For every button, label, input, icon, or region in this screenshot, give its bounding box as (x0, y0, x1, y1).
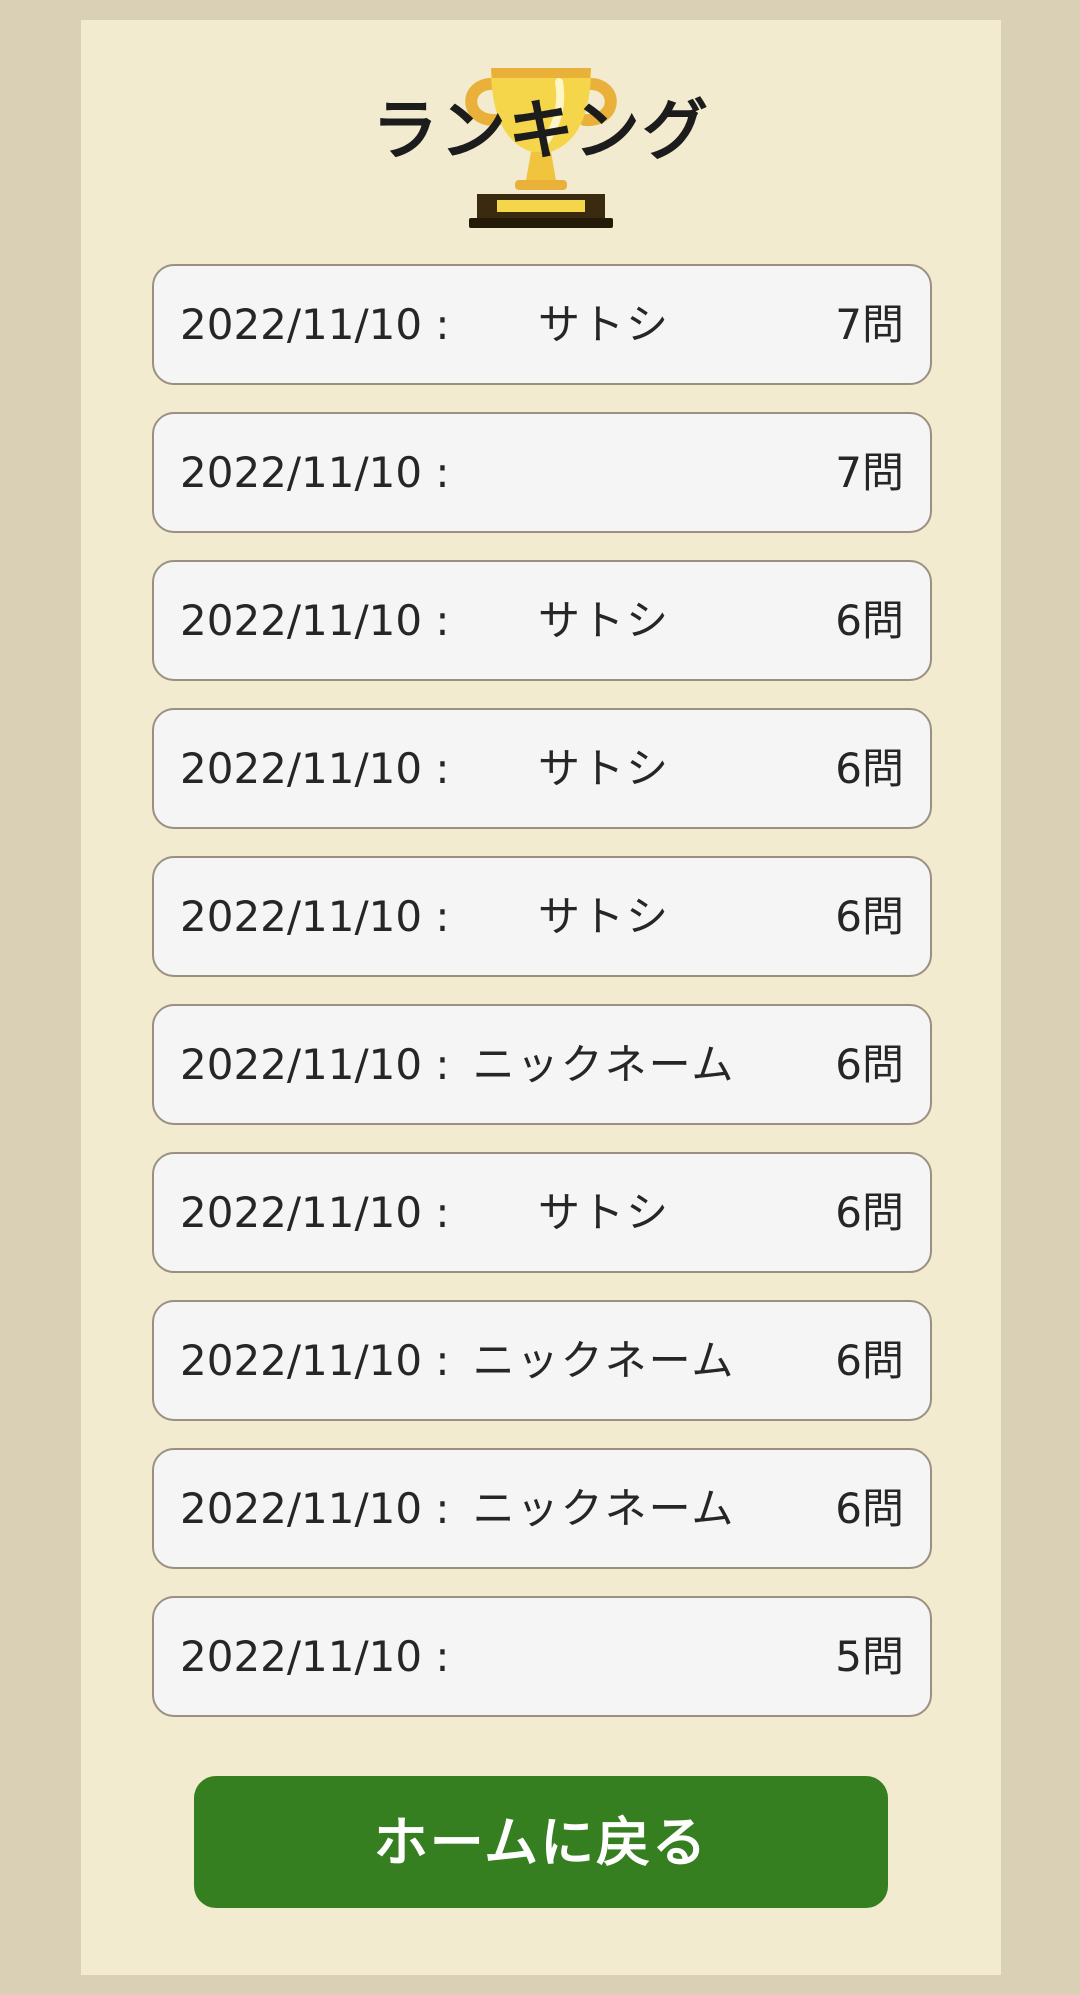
ranking-nickname (454, 414, 754, 531)
ranking-nickname: サトシ (537, 744, 670, 793)
ranking-row: 2022/11/10 : 5問 (152, 1596, 932, 1717)
ranking-row: 2022/11/10 : サトシ 7問 (152, 264, 932, 385)
ranking-date: 2022/11/10 : (180, 1188, 450, 1237)
ranking-nickname: サトシ (537, 596, 670, 645)
ranking-nickname: サトシ (537, 300, 670, 349)
ranking-score: 6問 (835, 1336, 904, 1385)
ranking-nickname: サトシ (537, 1188, 670, 1237)
ranking-date: 2022/11/10 : (180, 448, 450, 497)
ranking-nickname (454, 1598, 754, 1715)
ranking-row: 2022/11/10 : 7問 (152, 412, 932, 533)
ranking-row: 2022/11/10 : サトシ 6問 (152, 708, 932, 829)
ranking-row: 2022/11/10 : ニックネーム 6問 (152, 1448, 932, 1569)
ranking-score: 6問 (835, 1040, 904, 1089)
ranking-date: 2022/11/10 : (180, 744, 450, 793)
ranking-score: 6問 (835, 892, 904, 941)
ranking-row: 2022/11/10 : サトシ 6問 (152, 856, 932, 977)
ranking-list: 2022/11/10 : サトシ 7問 2022/11/10 : 7問 2022… (152, 264, 932, 1744)
ranking-date: 2022/11/10 : (180, 300, 450, 349)
ranking-nickname: ニックネーム (472, 1336, 736, 1385)
ranking-nickname: ニックネーム (472, 1484, 736, 1533)
ranking-date: 2022/11/10 : (180, 1484, 450, 1533)
page-title: ランキング (371, 92, 711, 169)
ranking-date: 2022/11/10 : (180, 1632, 450, 1681)
ranking-date: 2022/11/10 : (180, 1336, 450, 1385)
ranking-score: 6問 (835, 1188, 904, 1237)
ranking-score: 6問 (835, 596, 904, 645)
ranking-date: 2022/11/10 : (180, 596, 450, 645)
ranking-date: 2022/11/10 : (180, 892, 450, 941)
ranking-nickname: サトシ (537, 892, 670, 941)
ranking-score: 7問 (835, 300, 904, 349)
ranking-score: 6問 (835, 1484, 904, 1533)
home-button[interactable]: ホームに戻る (194, 1776, 888, 1908)
ranking-row: 2022/11/10 : ニックネーム 6問 (152, 1004, 932, 1125)
ranking-row: 2022/11/10 : サトシ 6問 (152, 560, 932, 681)
ranking-score: 5問 (835, 1632, 904, 1681)
ranking-date: 2022/11/10 : (180, 1040, 450, 1089)
ranking-row: 2022/11/10 : サトシ 6問 (152, 1152, 932, 1273)
ranking-header: ランキング (81, 20, 1001, 250)
ranking-score: 6問 (835, 744, 904, 793)
ranking-score: 7問 (835, 448, 904, 497)
ranking-nickname: ニックネーム (472, 1040, 736, 1089)
ranking-panel: ランキング 2022/11/10 : サトシ 7問 2022/11/10 : 7… (81, 20, 1001, 1975)
ranking-row: 2022/11/10 : ニックネーム 6問 (152, 1300, 932, 1421)
